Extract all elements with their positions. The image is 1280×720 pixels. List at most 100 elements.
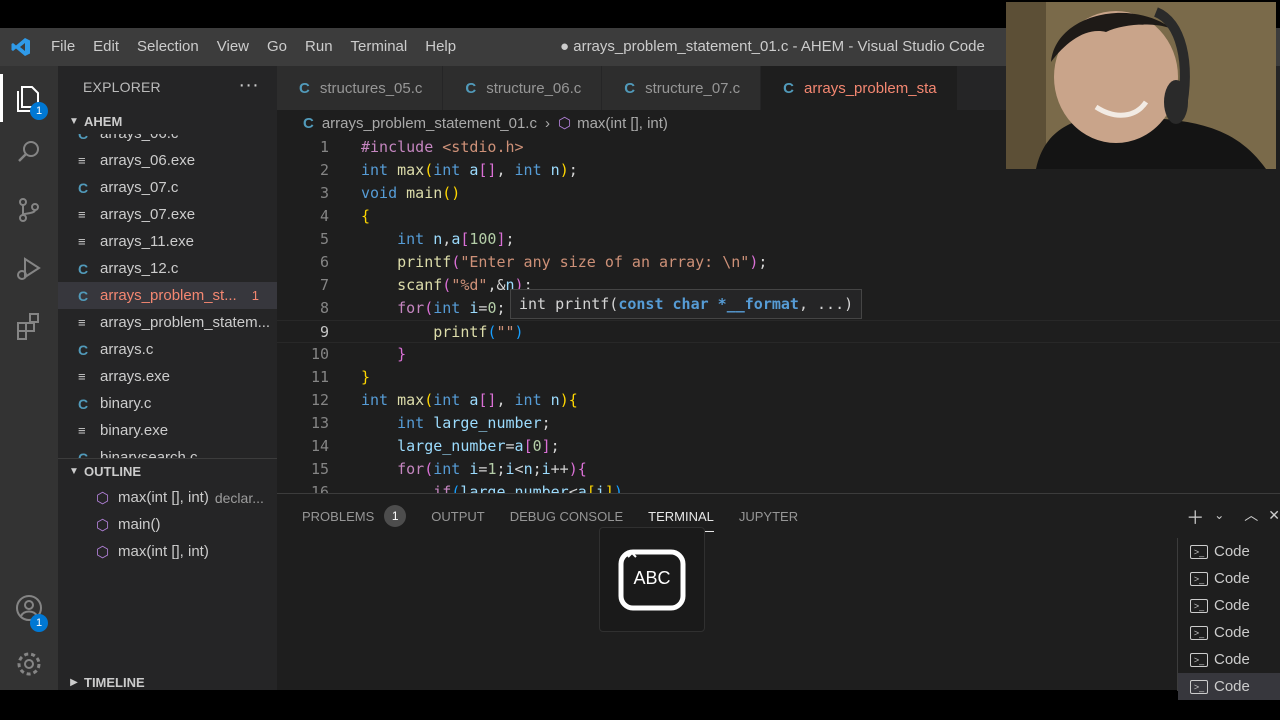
more-actions-icon[interactable]: ··· <box>238 74 259 97</box>
code-line-current: 9 printf("") <box>277 320 1280 343</box>
tab-label: PROBLEMS <box>302 508 375 524</box>
method-cube-icon: ⬡ <box>96 516 110 534</box>
line-number: 5 <box>319 230 329 248</box>
file-item[interactable]: ≡ arrays_11.exe <box>58 228 277 255</box>
chevron-right-icon: ▶ <box>70 676 78 688</box>
terminal-instance[interactable]: >_ Code <box>1178 673 1280 700</box>
close-icon[interactable]: ✕ <box>1268 504 1280 530</box>
menu-view[interactable]: View <box>208 28 258 66</box>
code-text: int max(int a[], int n){ <box>361 391 578 409</box>
tab-arrays-problem-statement[interactable]: Carrays_problem_sta <box>761 66 958 110</box>
chevron-down-icon[interactable]: ⌄ <box>1214 504 1224 530</box>
terminal-instance[interactable]: >_ Code <box>1178 538 1280 565</box>
file-item[interactable]: Cbinarysearch.c <box>58 444 277 458</box>
file-item[interactable]: ≡ binary.exe <box>58 417 277 444</box>
timeline-header[interactable]: ▶ TIMELINE <box>58 669 277 695</box>
c-file-icon: C <box>78 449 89 459</box>
accounts-icon[interactable]: 1 <box>0 584 58 632</box>
vscode-logo-icon[interactable] <box>0 28 42 66</box>
tab-label: OUTPUT <box>431 508 485 524</box>
maximize-panel-chevron-up-icon[interactable]: ︿ <box>1244 504 1258 530</box>
menu-run[interactable]: Run <box>296 28 342 66</box>
code-editor[interactable]: 1 #include <stdio.h> 2 int max(int a[], in… <box>277 136 1280 493</box>
code-line: 15 for(int i=1;i<n;i++){ <box>277 458 1280 481</box>
accounts-badge: 1 <box>30 614 48 632</box>
code-text: printf("") <box>433 323 524 341</box>
tab-structure-06[interactable]: Cstructure_06.c <box>443 66 603 110</box>
problem-count: 1 <box>251 288 259 303</box>
tab-output[interactable]: OUTPUT <box>431 494 484 538</box>
explorer-icon[interactable]: 1 <box>0 74 58 122</box>
line-number: 10 <box>310 345 329 363</box>
line-number: 6 <box>319 253 329 271</box>
new-terminal-plus-icon[interactable]: ＋ <box>1186 504 1204 530</box>
exe-file-icon: ≡ <box>78 369 86 384</box>
file-name: binary.c <box>100 395 152 412</box>
abc-label: ABC <box>633 568 671 588</box>
tab-problems[interactable]: PROBLEMS 1 <box>302 494 407 538</box>
panel-actions: ＋ ⌄ ︿ ✕ <box>1186 504 1280 530</box>
line-number: 3 <box>319 184 329 202</box>
terminal-icon: >_ <box>1190 625 1208 640</box>
outline-name: max(int [], int) <box>118 489 209 506</box>
run-debug-icon[interactable] <box>0 244 58 292</box>
file-name: arrays_12.c <box>100 260 179 277</box>
breadcrumb-file[interactable]: arrays_problem_statement_01.c <box>322 115 537 132</box>
menu-selection[interactable]: Selection <box>128 28 208 66</box>
outline-header[interactable]: ▼ OUTLINE <box>58 458 277 484</box>
line-number: 7 <box>319 276 329 294</box>
menu-bar: File Edit Selection View Go Run Terminal… <box>42 28 465 66</box>
file-item[interactable]: ≡ arrays_problem_statem... <box>58 309 277 336</box>
code-text: void main() <box>361 184 461 202</box>
file-item[interactable]: Carrays_07.c <box>58 174 277 201</box>
menu-help[interactable]: Help <box>416 28 465 66</box>
terminal-instance[interactable]: >_ Code <box>1178 646 1280 673</box>
file-item[interactable]: Carrays_problem_st... 1 <box>58 282 277 309</box>
line-number: 13 <box>310 414 329 432</box>
c-file-icon: C <box>624 79 636 97</box>
file-item[interactable]: Carrays_12.c <box>58 255 277 282</box>
source-control-icon[interactable] <box>0 186 58 234</box>
sidebar: EXPLORER ··· ▼ AHEM Carrays_06.c ≡ arrays_… <box>58 66 277 690</box>
file-item[interactable]: Carrays_06.c <box>58 134 277 147</box>
file-item[interactable]: ≡ arrays_06.exe <box>58 147 277 174</box>
terminal-instance[interactable]: >_ Code <box>1178 565 1280 592</box>
menu-terminal[interactable]: Terminal <box>342 28 417 66</box>
breadcrumb-symbol[interactable]: max(int [], int) <box>577 115 668 132</box>
terminal-instance[interactable]: >_ Code <box>1178 619 1280 646</box>
outline-item[interactable]: ⬡ max(int [], int) <box>58 538 277 565</box>
code-text: int large_number; <box>397 414 551 432</box>
file-item[interactable]: ≡ arrays_07.exe <box>58 201 277 228</box>
file-item[interactable]: ≡ arrays.exe <box>58 363 277 390</box>
code-line: 12 int max(int a[], int n){ <box>277 389 1280 412</box>
terminal-name: Code <box>1214 543 1250 560</box>
timeline-title: TIMELINE <box>84 674 145 690</box>
outline-item[interactable]: ⬡ max(int [], int) declar... <box>58 484 277 511</box>
menu-file[interactable]: File <box>42 28 84 66</box>
terminal-instance[interactable]: >_ Code <box>1178 592 1280 619</box>
extensions-icon[interactable] <box>0 302 58 350</box>
line-number: 16 <box>310 483 329 493</box>
settings-gear-icon[interactable] <box>0 640 58 688</box>
chevron-down-icon: ▼ <box>69 115 79 127</box>
file-item[interactable]: Carrays.c <box>58 336 277 363</box>
menu-go[interactable]: Go <box>258 28 296 66</box>
terminal-name: Code <box>1214 624 1250 641</box>
file-item[interactable]: Cbinary.c <box>58 390 277 417</box>
c-file-icon: C <box>78 260 89 277</box>
folder-header[interactable]: ▼ AHEM <box>58 108 277 134</box>
menu-edit[interactable]: Edit <box>84 28 128 66</box>
outline-name: main() <box>118 516 161 533</box>
code-text: int n,a[100]; <box>397 230 515 248</box>
bottom-panel: PROBLEMS 1 OUTPUT DEBUG CONSOLE TERMINAL … <box>277 493 1280 700</box>
file-list: Carrays_06.c ≡ arrays_06.exe Carrays_07.c ≡ a… <box>58 134 277 458</box>
tab-structures-05[interactable]: Cstructures_05.c <box>277 66 444 110</box>
tab-jupyter[interactable]: JUPYTER <box>739 494 798 538</box>
outline-item[interactable]: ⬡ main() <box>58 511 277 538</box>
c-file-icon: C <box>303 114 314 132</box>
tab-structure-07[interactable]: Cstructure_07.c <box>602 66 762 110</box>
exe-file-icon: ≡ <box>78 207 86 222</box>
search-icon[interactable] <box>0 128 58 176</box>
problems-count-badge: 1 <box>384 505 407 527</box>
line-number: 15 <box>310 460 329 478</box>
